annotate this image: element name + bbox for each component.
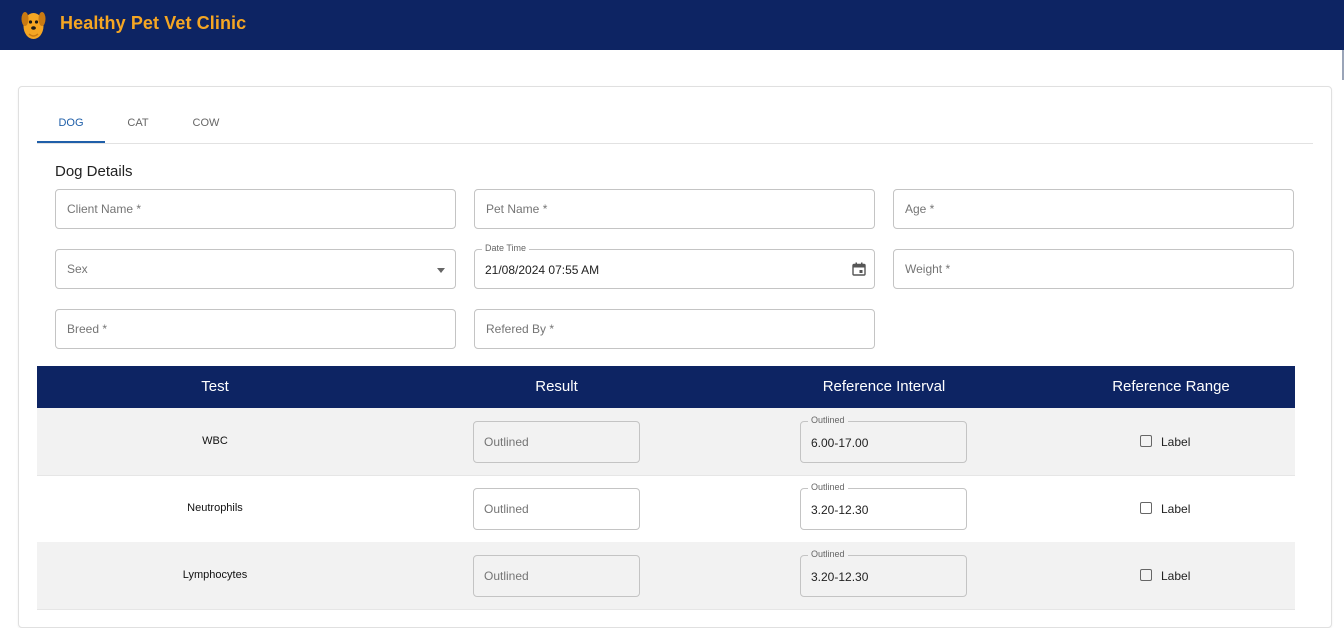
tab-cat[interactable]: CAT bbox=[105, 105, 171, 142]
chevron-down-icon[interactable] bbox=[437, 268, 445, 273]
reference-interval-label: Outlined bbox=[808, 415, 848, 425]
main-card: DOG CAT COW Dog Details Client Name * Pe… bbox=[18, 86, 1332, 628]
reference-interval-field[interactable]: Outlined 3.20-12.30 bbox=[800, 549, 967, 597]
test-name: Neutrophils bbox=[187, 502, 243, 514]
reference-interval-value: 3.20-12.30 bbox=[811, 570, 869, 584]
breed-field[interactable]: Breed * bbox=[55, 309, 456, 349]
result-input[interactable]: Outlined bbox=[473, 488, 640, 530]
client-name-field[interactable]: Client Name * bbox=[55, 189, 456, 229]
result-input[interactable]: Outlined bbox=[473, 421, 640, 463]
section-title: Dog Details bbox=[55, 163, 133, 180]
app-title: Healthy Pet Vet Clinic bbox=[60, 13, 247, 33]
pet-name-field[interactable]: Pet Name * bbox=[474, 189, 875, 229]
reference-range-checkbox[interactable] bbox=[1140, 435, 1152, 447]
reference-interval-field[interactable]: Outlined 6.00-17.00 bbox=[800, 415, 967, 463]
reference-interval-value: 3.20-12.30 bbox=[811, 503, 869, 517]
result-placeholder: Outlined bbox=[484, 502, 529, 516]
age-field[interactable]: Age * bbox=[893, 189, 1294, 229]
checkbox-label: Label bbox=[1161, 569, 1191, 583]
checkbox-label: Label bbox=[1161, 502, 1191, 516]
reference-range-checkbox[interactable] bbox=[1140, 502, 1152, 514]
dog-logo-icon bbox=[21, 12, 46, 39]
refered-by-field[interactable]: Refered By * bbox=[474, 309, 875, 349]
reference-interval-label: Outlined bbox=[808, 482, 848, 492]
calendar-icon[interactable] bbox=[852, 262, 866, 276]
date-time-field[interactable]: Date Time 21/08/2024 07:55 AM bbox=[474, 243, 875, 289]
header-reference-range: Reference Range bbox=[1112, 378, 1230, 395]
sex-select[interactable]: Sex bbox=[55, 249, 456, 289]
tab-cow[interactable]: COW bbox=[171, 105, 241, 142]
header-test: Test bbox=[201, 378, 229, 395]
refered-by-placeholder: Refered By * bbox=[486, 322, 555, 336]
header-result: Result bbox=[535, 378, 578, 395]
reference-interval-label: Outlined bbox=[808, 549, 848, 559]
reference-interval-value: 6.00-17.00 bbox=[811, 436, 869, 450]
header-reference-interval: Reference Interval bbox=[822, 378, 946, 395]
date-time-value: 21/08/2024 07:55 AM bbox=[485, 263, 600, 277]
tab-dog[interactable]: DOG bbox=[37, 105, 105, 143]
species-tabs: DOG CAT COW bbox=[37, 105, 1313, 144]
table-header: Test Result Reference Interval Reference… bbox=[37, 366, 1295, 408]
checkbox-label: Label bbox=[1161, 435, 1191, 449]
table-row: Neutrophils Outlined Outlined 3.20-12.30… bbox=[37, 475, 1295, 543]
reference-interval-field[interactable]: Outlined 3.20-12.30 bbox=[800, 482, 967, 530]
result-placeholder: Outlined bbox=[484, 435, 529, 449]
result-placeholder: Outlined bbox=[484, 569, 529, 583]
result-input[interactable]: Outlined bbox=[473, 555, 640, 597]
age-placeholder: Age * bbox=[905, 202, 935, 216]
test-name: WBC bbox=[202, 435, 228, 447]
date-time-label: Date Time bbox=[482, 243, 530, 253]
table-row: WBC Outlined Outlined 6.00-17.00 Label bbox=[37, 408, 1295, 476]
sex-placeholder: Sex bbox=[67, 262, 88, 276]
table-row: Lymphocytes Outlined Outlined 3.20-12.30… bbox=[37, 542, 1295, 610]
test-name: Lymphocytes bbox=[182, 569, 248, 581]
app-bar: Healthy Pet Vet Clinic bbox=[0, 0, 1344, 50]
breed-placeholder: Breed * bbox=[67, 322, 108, 336]
pet-name-placeholder: Pet Name * bbox=[486, 202, 548, 216]
client-name-placeholder: Client Name * bbox=[67, 202, 142, 216]
weight-placeholder: Weight * bbox=[905, 262, 951, 276]
reference-range-checkbox[interactable] bbox=[1140, 569, 1152, 581]
weight-field[interactable]: Weight * bbox=[893, 249, 1294, 289]
